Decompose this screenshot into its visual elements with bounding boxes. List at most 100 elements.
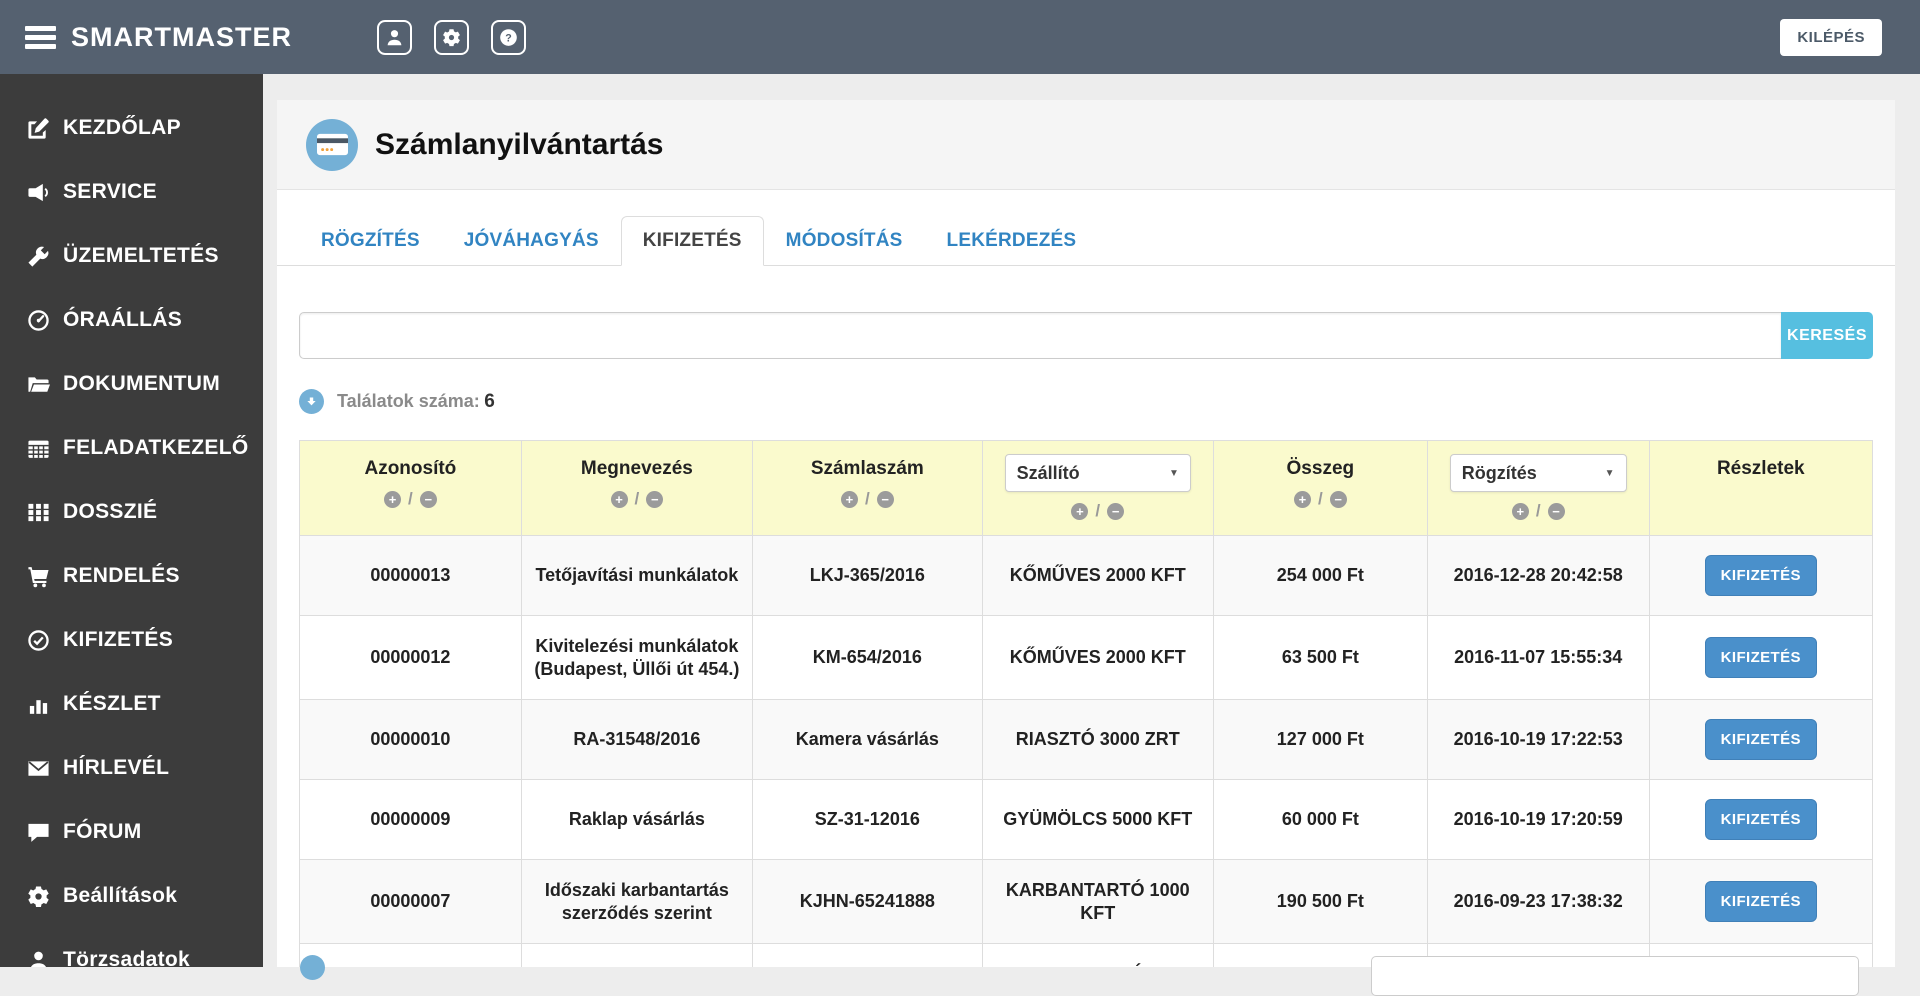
search-input[interactable] (299, 312, 1781, 359)
hamburger-menu-icon[interactable] (25, 22, 56, 53)
sidebar-item-dokumentum[interactable]: DOKUMENTUM (0, 352, 263, 416)
table-cell: Kivitelezési munkálatok (Budapest, Üllői… (520, 615, 754, 700)
table-cell-actions: KIFIZETÉS (1648, 699, 1874, 780)
settings-button[interactable] (434, 19, 469, 55)
folder-icon (27, 373, 50, 396)
sidebar-item-label: FÓRUM (63, 820, 142, 843)
pay-button[interactable]: KIFIZETÉS (1704, 719, 1817, 760)
table-cell: 00000012 (299, 615, 522, 700)
sort-controls: + / − (1436, 501, 1641, 521)
table-cell: 127 000 Ft (1212, 699, 1428, 780)
table-cell: 00000009 (299, 779, 522, 860)
table-row: 00000007 Időszaki karbantartás szerződés … (299, 859, 1874, 944)
pay-button[interactable]: KIFIZETÉS (1704, 637, 1817, 678)
bar-chart-icon (27, 693, 50, 716)
sidebar-item-torzsadatok[interactable]: Törzsadatok (0, 928, 263, 967)
sort-desc-icon[interactable]: − (646, 490, 664, 508)
wrench-icon (27, 245, 50, 268)
search-button[interactable]: KERESÉS (1781, 312, 1873, 359)
user-button[interactable] (377, 19, 412, 55)
table-cell: RA-31548/2016 (520, 699, 754, 780)
sidebar-item-dosszie[interactable]: DOSSZIÉ (0, 480, 263, 544)
sort-asc-icon[interactable]: + (1293, 490, 1311, 508)
search-row: KERESÉS (299, 312, 1873, 359)
table-cell-actions: KIFIZETÉS (1648, 859, 1874, 944)
table-cell: 00000010 (299, 699, 522, 780)
table-cell-actions: KIFIZETÉS (1648, 779, 1874, 860)
sidebar-item-label: ÓRAÁLLÁS (63, 308, 183, 331)
sidebar-item-label: Törzsadatok (63, 948, 190, 967)
check-circle-icon (27, 629, 50, 652)
filter-select[interactable]: Rögzítés ▼ (1449, 454, 1627, 492)
table-cell: KJHN-65241888 (752, 859, 983, 944)
pay-button[interactable]: KIFIZETÉS (1704, 555, 1817, 596)
logout-button[interactable]: KILÉPÉS (1780, 18, 1882, 56)
sort-asc-icon[interactable]: + (610, 490, 628, 508)
sidebar-item-uzemeltetes[interactable]: ÜZEMELTETÉS (0, 224, 263, 288)
sidebar-item-keszlet[interactable]: KÉSZLET (0, 672, 263, 736)
pay-button[interactable]: KIFIZETÉS (1704, 799, 1817, 840)
tab-kifizetés[interactable]: KIFIZETÉS (620, 216, 764, 266)
sidebar-item-beallitasok[interactable]: Beállítások (0, 864, 263, 928)
pay-button[interactable]: KIFIZETÉS (1704, 881, 1817, 922)
sidebar-item-kezdolap[interactable]: KEZDŐLAP (0, 96, 263, 160)
app-brand: SMARTMASTER (71, 21, 292, 52)
table-cell: 00000013 (299, 535, 522, 616)
table-cell: 00000007 (299, 859, 522, 944)
sort-desc-icon[interactable]: − (1329, 490, 1347, 508)
table-cell: GYÜMÖLCS 5000 KFT (981, 779, 1214, 860)
sort-controls: + / − (530, 489, 744, 509)
sidebar-item-rendeles[interactable]: RENDELÉS (0, 544, 263, 608)
sort-desc-icon[interactable]: − (1107, 502, 1125, 520)
tab-jóváhagyás[interactable]: JÓVÁHAGYÁS (442, 216, 621, 266)
column-header: Szállító ▼ + / − (981, 440, 1214, 536)
table-cell: RIASZTÓ 3000 ZRT (981, 699, 1214, 780)
pencil-square-icon (27, 117, 50, 140)
table-cell: LKJ-365/2016 (752, 535, 983, 616)
tab-rögzítés[interactable]: RÖGZÍTÉS (299, 216, 442, 266)
sort-desc-icon[interactable]: − (419, 490, 437, 508)
sidebar-item-label: DOSSZIÉ (63, 500, 158, 523)
card-body: KERESÉS Találatok száma: 6 Azonosító + / − M… (277, 266, 1895, 967)
table-cell: 00000005 (299, 943, 522, 967)
table-row: 00000013 Tetőjavítási munkálatok LKJ-365/2… (299, 535, 1874, 616)
sort-desc-icon[interactable]: − (1547, 502, 1565, 520)
table-row: 00000012 Kivitelezési munkálatok (Budapes… (299, 615, 1874, 700)
table-cell: 254 000 Ft (1212, 535, 1428, 616)
user-icon (385, 28, 404, 47)
sidebar-item-label: KEZDŐLAP (63, 116, 181, 139)
sidebar-item-forum[interactable]: FÓRUM (0, 800, 263, 864)
table-cell: KARBANTARTÓ 1000 KFT (981, 859, 1214, 944)
arrow-down-circle-icon[interactable] (299, 389, 324, 414)
card-header: Számlanyilvántartás (277, 100, 1895, 190)
column-label: Számlaszám (810, 458, 924, 479)
column-header: Részletek (1648, 440, 1874, 536)
table-cell: 2016-10-19 17:20:59 (1426, 779, 1650, 860)
sidebar-item-hirlevel[interactable]: HÍRLEVÉL (0, 736, 263, 800)
sort-asc-icon[interactable]: + (384, 490, 402, 508)
sort-asc-icon[interactable]: + (1071, 502, 1089, 520)
table-cell: KM-654/2016 (752, 615, 983, 700)
tab-lekérdezés[interactable]: LEKÉRDEZÉS (925, 216, 1099, 266)
filter-select[interactable]: Szállító ▼ (1004, 454, 1191, 492)
invoice-table: Azonosító + / − Megnevezés + / − Számlaszám + / − Sz… (299, 440, 1874, 967)
section-toggle-icon[interactable] (300, 955, 325, 980)
sort-desc-icon[interactable]: − (876, 490, 894, 508)
help-button[interactable]: ? (491, 19, 526, 55)
grid-icon (27, 501, 50, 524)
sidebar-item-label: HÍRLEVÉL (63, 756, 170, 779)
sidebar-item-service[interactable]: SERVICE (0, 160, 263, 224)
calendar-icon (27, 437, 50, 460)
sidebar-item-feladatkezelo[interactable]: FELADATKEZELŐ (0, 416, 263, 480)
sidebar-item-label: KIFIZETÉS (63, 628, 174, 651)
table-cell: 2016-11-07 15:55:34 (1426, 615, 1650, 700)
sort-asc-icon[interactable]: + (840, 490, 858, 508)
table-cell: 2016-10-19 17:22:53 (1426, 699, 1650, 780)
table-cell-actions: KIFIZETÉS (1648, 615, 1874, 700)
tab-módosítás[interactable]: MÓDOSÍTÁS (764, 216, 925, 266)
partial-select-box[interactable] (1371, 956, 1859, 996)
sort-asc-icon[interactable]: + (1511, 502, 1529, 520)
sidebar-item-kifizetes[interactable]: KIFIZETÉS (0, 608, 263, 672)
invoice-card: Számlanyilvántartás RÖGZÍTÉS JÓVÁHAGYÁS KI… (277, 100, 1895, 967)
sidebar-item-oraallas[interactable]: ÓRAÁLLÁS (0, 288, 263, 352)
